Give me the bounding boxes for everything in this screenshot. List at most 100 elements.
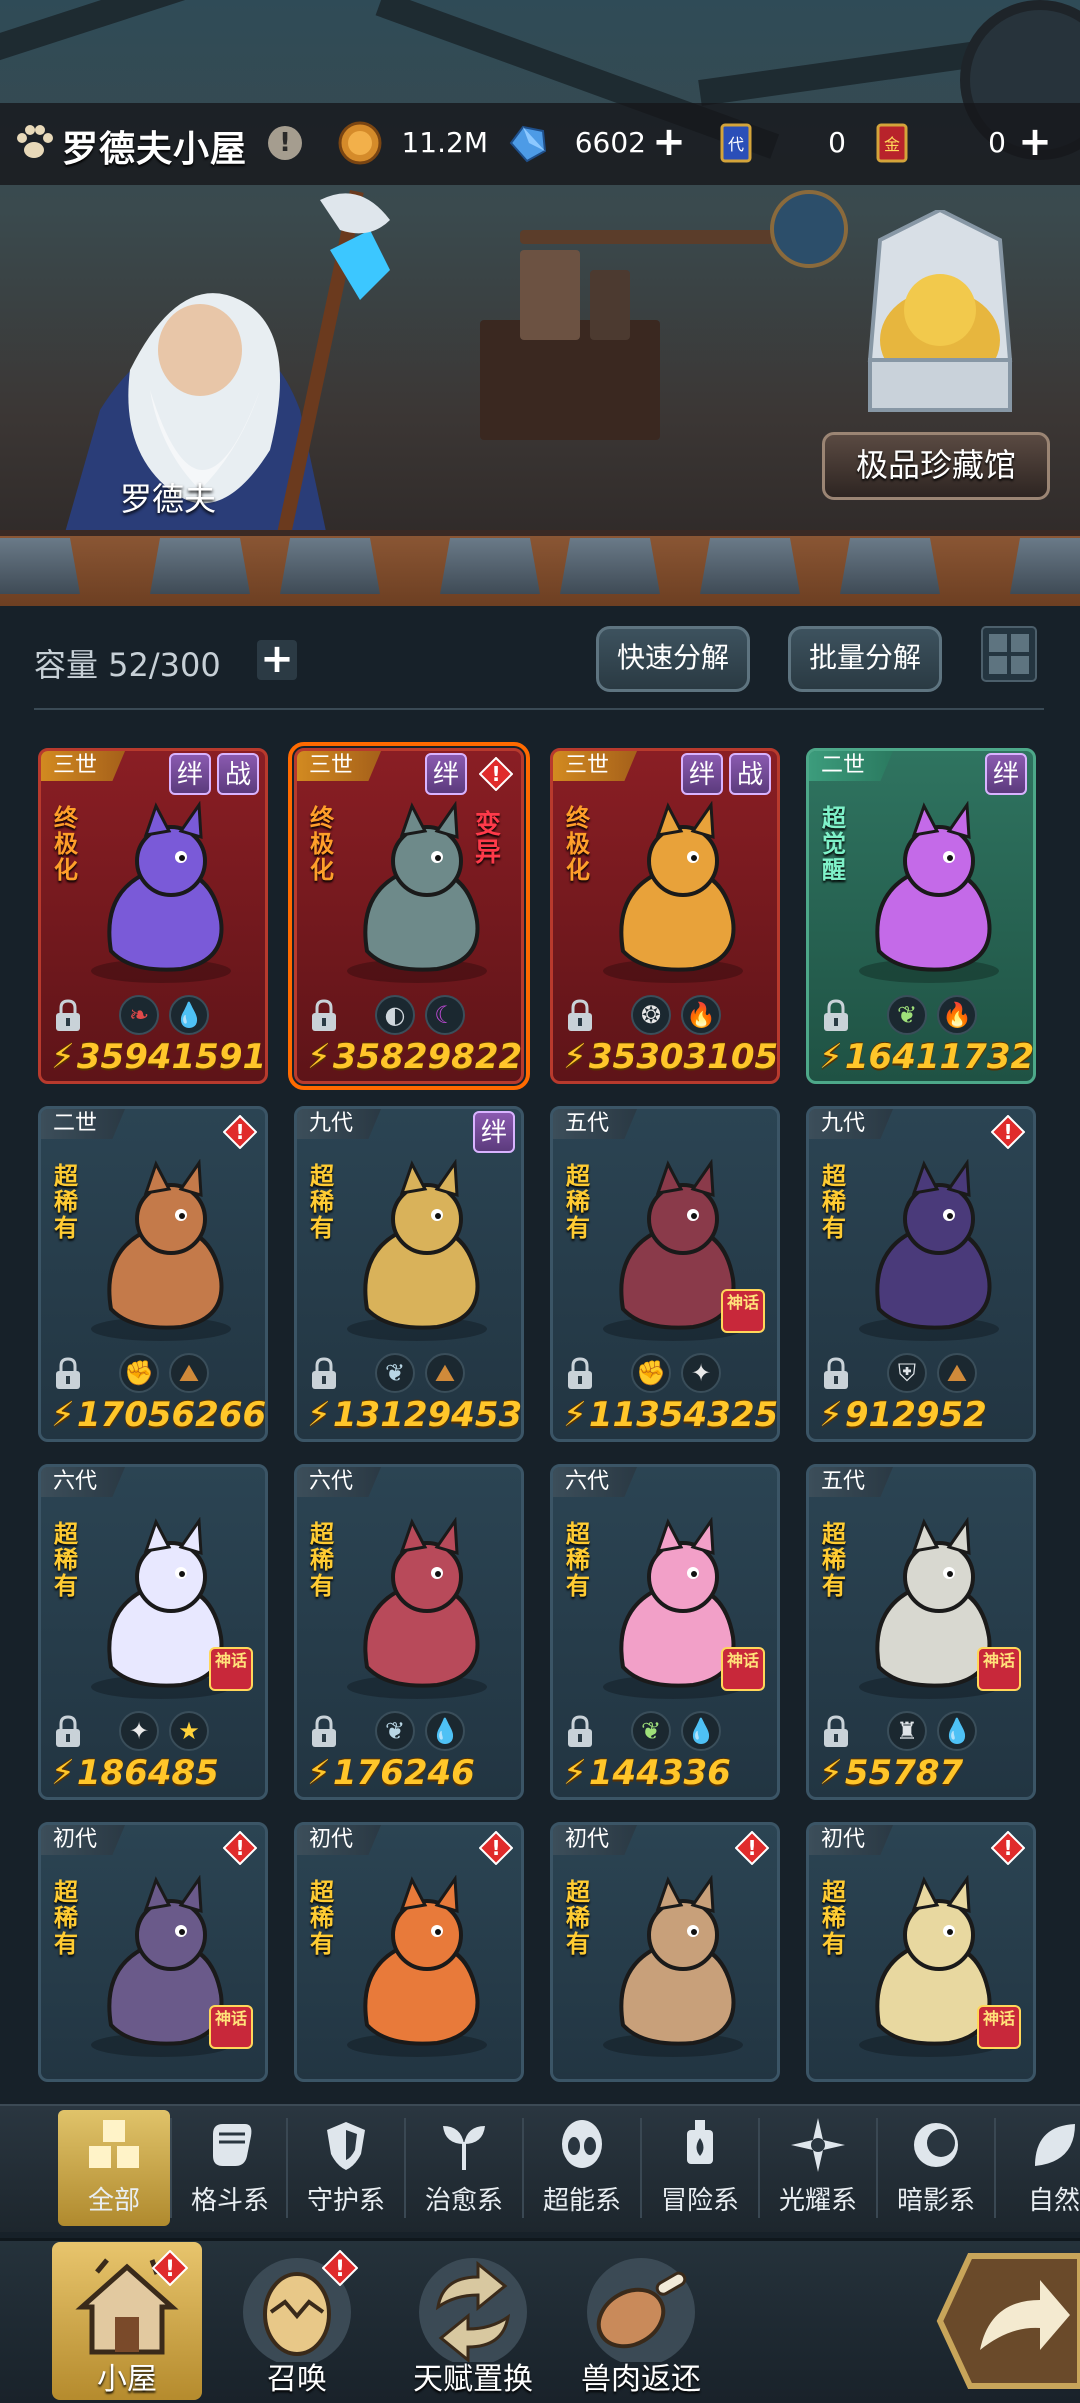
expand-capacity-button[interactable]: +: [257, 639, 297, 680]
wizard-npc[interactable]: [40, 190, 440, 550]
coin-icon: [338, 121, 382, 165]
combat-power: ⚡16411732: [819, 1037, 1033, 1077]
combat-power: ⚡17056266: [51, 1395, 267, 1435]
pet-card[interactable]: 六代 超稀有 神话 ❦ 💧 ⚡144336: [550, 1464, 780, 1800]
combat-power: ⚡35303105: [563, 1037, 777, 1077]
alien-head-icon: [562, 2120, 602, 2168]
filter-grid-blocks[interactable]: 全部: [58, 2110, 170, 2226]
lock-icon[interactable]: [309, 1357, 339, 1391]
lock-icon[interactable]: [565, 999, 595, 1033]
sprout-icon: [443, 2126, 485, 2170]
lock-icon[interactable]: [53, 1357, 83, 1391]
generation-tag: 九代: [297, 1109, 382, 1139]
filter-lantern[interactable]: 冒险系: [644, 2110, 756, 2226]
fight-type-icon: ✊: [631, 1353, 671, 1393]
pet-portrait: [91, 1159, 231, 1341]
pet-card[interactable]: 初代! 超稀有 神话: [806, 1822, 1036, 2082]
pet-card[interactable]: 初代! 超稀有: [294, 1822, 524, 2082]
pet-portrait: [859, 801, 999, 983]
pet-card[interactable]: 初代! 超稀有: [550, 1822, 780, 2082]
power-icon: ⚡: [563, 1395, 587, 1435]
power-value: 35941591: [76, 1037, 267, 1077]
combat-power: ⚡11354325: [563, 1395, 777, 1435]
nav-house[interactable]: 小屋!: [52, 2242, 202, 2400]
bond-badge: 绊: [473, 1111, 515, 1153]
fire-type-icon: 🔥: [937, 995, 977, 1035]
pet-card[interactable]: 三世战绊终极化 ❧ 💧 ⚡35941591: [38, 748, 268, 1084]
filter-sprout[interactable]: 治愈系: [408, 2110, 520, 2226]
pet-portrait: [859, 1159, 999, 1341]
quick-decompose-button[interactable]: 快速分解: [596, 626, 751, 692]
pet-card[interactable]: 二世! 超稀有 ✊ ⛰ ⚡17056266: [38, 1106, 268, 1442]
batch-decompose-button[interactable]: 批量分解: [788, 626, 943, 692]
filter-alien-head[interactable]: 超能系: [526, 2110, 638, 2226]
pet-card[interactable]: 九代绊超稀有 ❦ ⛰ ⚡13129453: [294, 1106, 524, 1442]
filter-label: 光耀系: [778, 2186, 857, 2216]
lock-icon[interactable]: [565, 1357, 595, 1391]
filter-shield-wing[interactable]: 守护系: [290, 2110, 402, 2226]
power-icon: ⚡: [819, 1037, 843, 1077]
bond-badge: 绊: [425, 753, 467, 795]
lock-icon[interactable]: [821, 999, 851, 1033]
add-ticket-button[interactable]: +: [1018, 122, 1052, 162]
nav-meat-bone[interactable]: 兽肉返还: [566, 2242, 716, 2400]
power-icon: ⚡: [307, 1753, 331, 1793]
pet-portrait: [91, 801, 231, 983]
filter-separator: [286, 2118, 288, 2218]
power-value: 55787: [844, 1753, 964, 1793]
filter-separator: [758, 2118, 760, 2218]
pet-card[interactable]: 六代 超稀有 ❦ 💧 ⚡176246: [294, 1464, 524, 1800]
pet-card[interactable]: 五代 超稀有 神话 ♜ 💧 ⚡55787: [806, 1464, 1036, 1800]
premium-collection-button[interactable]: 极品珍藏馆: [822, 432, 1050, 500]
lock-icon[interactable]: [821, 1357, 851, 1391]
filter-fist[interactable]: 格斗系: [174, 2110, 286, 2226]
pet-card[interactable]: 三世战绊终极化 ❂ 🔥 ⚡35303105: [550, 748, 780, 1084]
power-icon: ⚡: [563, 1037, 587, 1077]
grid-view-icon[interactable]: [980, 625, 1038, 683]
nav-egg[interactable]: 召唤!: [222, 2242, 372, 2400]
filter-label: 守护系: [306, 2186, 385, 2216]
info-icon[interactable]: !: [268, 126, 302, 160]
paw-icon: [17, 125, 53, 158]
pet-card[interactable]: 三世! 绊终极化 变异 ◐ ☾ ⚡35829822: [288, 742, 530, 1090]
forward-arrow-icon[interactable]: [930, 2250, 1080, 2392]
bond-badge: 绊: [985, 753, 1027, 795]
power-icon: ⚡: [51, 1753, 75, 1793]
combat-power: ⚡55787: [819, 1753, 963, 1793]
power-icon: ⚡: [51, 1395, 75, 1435]
pet-card[interactable]: 六代 超稀有 神话 ✦ ★ ⚡186485: [38, 1464, 268, 1800]
power-value: 144336: [588, 1753, 731, 1793]
filter-star-cross[interactable]: 光耀系: [762, 2110, 874, 2226]
filter-leaf[interactable]: 自然: [998, 2110, 1080, 2226]
pet-card[interactable]: 五代 超稀有 神话 ✊ ✦ ⚡11354325: [550, 1106, 780, 1442]
ticket-b-amount: 0: [988, 126, 1006, 159]
golden-pet-trophy[interactable]: [840, 210, 1040, 440]
pet-card[interactable]: 二世绊超觉醒 ❦ 🔥 ⚡16411732: [806, 748, 1036, 1084]
svg-text:!: !: [1003, 1120, 1012, 1144]
power-value: 17056266: [76, 1395, 267, 1435]
svg-text:!: !: [165, 2257, 175, 2282]
lock-icon[interactable]: [565, 1715, 595, 1749]
nav-label: 兽肉返还: [581, 2362, 701, 2397]
lock-icon[interactable]: [821, 1715, 851, 1749]
heal-type-icon: ❦: [631, 1711, 671, 1751]
power-icon: ⚡: [307, 1395, 331, 1435]
filter-eclipse[interactable]: 暗影系: [880, 2110, 992, 2226]
filter-label: 治愈系: [424, 2186, 503, 2216]
fire-leaf-type-icon: ❧: [119, 995, 159, 1035]
battle-badge: 战: [217, 753, 259, 795]
lock-icon[interactable]: [53, 999, 83, 1033]
lock-icon[interactable]: [309, 1715, 339, 1749]
pet-portrait: [603, 1875, 743, 2057]
lock-icon[interactable]: [309, 999, 339, 1033]
light-type-icon: ✦: [681, 1353, 721, 1393]
mutation-label: 变异: [475, 810, 502, 868]
add-crystal-button[interactable]: +: [652, 122, 686, 162]
pet-card[interactable]: 九代! 超稀有 ⛨ ⛰ ⚡912952: [806, 1106, 1036, 1442]
super-type-icon: ❂: [631, 995, 671, 1035]
swap-arrows-icon: [419, 2258, 527, 2362]
lock-icon[interactable]: [53, 1715, 83, 1749]
combat-power: ⚡912952: [819, 1395, 987, 1435]
pet-card[interactable]: 初代! 超稀有 神话: [38, 1822, 268, 2082]
nav-swap-arrows[interactable]: 天赋置换: [398, 2242, 548, 2400]
